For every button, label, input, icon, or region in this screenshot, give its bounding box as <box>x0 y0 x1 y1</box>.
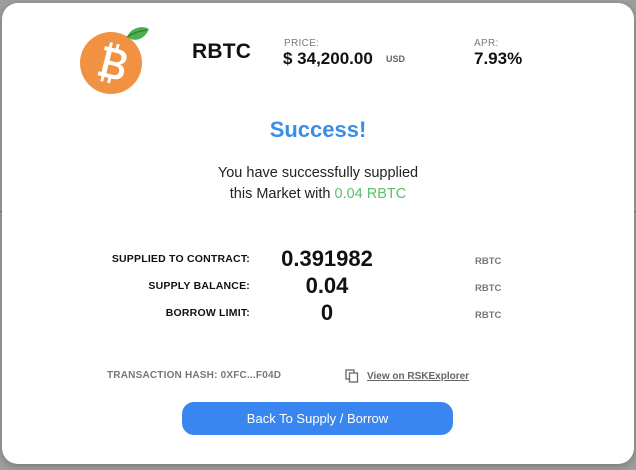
supplied-to-contract-unit: RBTC <box>475 256 502 267</box>
supplied-to-contract-label: SUPPLIED TO CONTRACT: <box>111 253 250 265</box>
success-message: You have successfully supplied this Mark… <box>2 163 634 205</box>
borrow-limit-value: 0 <box>320 300 334 325</box>
asset-name: RBTC <box>192 40 252 63</box>
view-on-explorer-link[interactable]: View on RSKExplorer <box>367 371 469 382</box>
price-value: $ 34,200.00 <box>283 49 373 68</box>
apr-value: 7.93% <box>474 49 523 68</box>
copy-icon[interactable] <box>345 369 359 383</box>
borrow-limit-label: BORROW LIMIT: <box>165 307 250 319</box>
apr-label: APR: <box>474 38 499 49</box>
borrow-limit-unit: RBTC <box>475 310 502 321</box>
message-line-2-prefix: this Market with <box>229 186 331 202</box>
message-line-2: this Market with 0.04 RBTC <box>2 184 634 205</box>
supply-balance-label: SUPPLY BALANCE: <box>148 280 250 292</box>
success-title: Success! <box>269 117 367 142</box>
supplied-amount: 0.04 RBTC <box>334 186 407 202</box>
price-label: PRICE: <box>284 38 320 49</box>
transaction-hash: TRANSACTION HASH: 0XFC...F04D <box>107 370 282 381</box>
supply-balance-unit: RBTC <box>475 283 502 294</box>
supply-balance-value: 0.04 <box>305 273 349 298</box>
back-to-supply-borrow-button[interactable]: Back To Supply / Borrow <box>182 402 453 435</box>
supply-success-modal: RBTC PRICE: $ 34,200.00 USD APR: 7.93% S… <box>2 3 634 464</box>
message-line-1: You have successfully supplied <box>217 165 419 181</box>
bitcoin-logo-icon <box>80 27 149 94</box>
price-unit: USD <box>386 54 406 64</box>
supplied-to-contract-value: 0.391982 <box>281 246 373 271</box>
